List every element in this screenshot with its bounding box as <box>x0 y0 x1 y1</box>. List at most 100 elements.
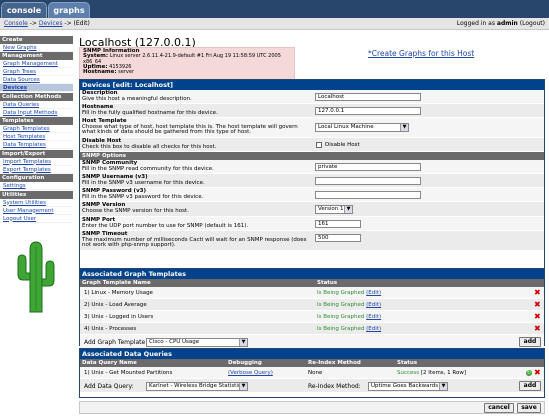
status-detail: [2 Items, 1 Row] <box>420 370 466 376</box>
host-template-select[interactable]: Local Linux Machine ▼ <box>315 123 409 132</box>
verbose-query-link[interactable]: (Verbose Query) <box>228 367 273 379</box>
graph-template-status: Is Being Graphed (Edit) <box>317 311 381 323</box>
edit-link[interactable]: (Edit) <box>366 302 381 308</box>
data-queries-header: Associated Data Queries <box>80 349 544 359</box>
chevron-down-icon: ▼ <box>400 124 408 131</box>
breadcrumb-bar: Console -> Devices -> (Edit) Logged in a… <box>0 18 549 30</box>
logout-link[interactable]: (Logout) <box>520 20 545 27</box>
edit-link[interactable]: (Edit) <box>366 314 381 320</box>
edit-link[interactable]: (Edit) <box>366 326 381 332</box>
graph-template-row: 4) Unix - Processes Is Being Graphed (Edi… <box>80 323 544 335</box>
hostname-input[interactable]: 127.0.0.1 <box>315 107 421 115</box>
add-graph-template-select[interactable]: Cisco - CPU Usage ▼ <box>146 338 248 347</box>
description-input[interactable]: Localhost <box>315 93 421 101</box>
login-status: Logged in as admin (Logout) <box>457 18 545 29</box>
sidebar-item-data-sources[interactable]: Data Sources <box>0 76 73 84</box>
graph-template-status: Is Being Graphed (Edit) <box>317 287 381 299</box>
add-data-query-label: Add Data Query: <box>84 383 134 390</box>
sidebar-item-import-templates[interactable]: Import Templates <box>0 158 73 166</box>
reindex-method-value: None <box>308 370 323 376</box>
snmp-version-row: SNMP Version Choose the SNMP version for … <box>80 202 544 217</box>
snmp-hostname-value: server <box>118 69 134 76</box>
delete-icon[interactable]: ✖ <box>534 289 541 297</box>
snmp-port-input[interactable]: 161 <box>315 220 361 228</box>
edit-link[interactable]: (Edit) <box>366 290 381 296</box>
snmp-version-hint: Choose the SNMP version for this host. <box>82 207 189 214</box>
snmp-port-hint: Enter the UDP port number to use for SNM… <box>82 222 249 229</box>
status-text: Is Being Graphed <box>317 290 365 296</box>
snmp-hostname-label: Hostname: <box>83 69 117 76</box>
status-text: Is Being Graphed <box>317 302 365 308</box>
sidebar-item-logout-user[interactable]: Logout User <box>0 215 73 223</box>
graph-template-status: Is Being Graphed (Edit) <box>317 323 381 335</box>
sidebar-item-new-graphs[interactable]: New Graphs <box>0 44 73 52</box>
snmp-version-field-label: SNMP Version Choose the SNMP version for … <box>82 202 312 214</box>
breadcrumb-devices[interactable]: Devices <box>39 20 63 27</box>
delete-icon[interactable]: ✖ <box>534 301 541 309</box>
login-user: admin <box>496 20 518 27</box>
sidebar-item-devices[interactable]: Devices <box>0 84 73 92</box>
graph-template-row: 2) Unix - Load Average Is Being Graphed (… <box>80 299 544 311</box>
sidebar-item-graph-trees[interactable]: Graph Trees <box>0 68 73 76</box>
sidebar-item-export-templates[interactable]: Export Templates <box>0 166 73 174</box>
delete-icon[interactable]: ✖ <box>534 369 541 377</box>
snmp-timeout-field-label: SNMP Timeout The maximum number of millis… <box>82 231 312 249</box>
reload-icon[interactable]: ↻ <box>526 370 532 376</box>
add-graph-template-button[interactable]: add <box>519 337 541 347</box>
save-button[interactable]: save <box>517 403 541 413</box>
sidebar-item-host-templates[interactable]: Host Templates <box>0 133 73 141</box>
breadcrumb-separator: -> <box>62 20 74 27</box>
add-data-query-value: Karlnet - Wireless Bridge Statistics <box>149 383 244 389</box>
disable-host-checkbox[interactable] <box>316 142 322 148</box>
graph-templates-panel: Associated Graph Templates Graph Templat… <box>79 268 545 349</box>
disable-host-hint: Check this box to disable all checks for… <box>82 143 217 150</box>
reindex-method-select[interactable]: Uptime Goes Backwards ▼ <box>368 382 448 391</box>
snmp-password-field-label: SNMP Password (v3) Fill in the SNMP v3 pa… <box>82 188 312 200</box>
sidebar-header-configuration: Configuration <box>0 174 73 182</box>
chevron-down-icon: ▼ <box>239 339 247 346</box>
snmp-community-input[interactable]: private <box>315 163 421 171</box>
reindex-method-label: Re-Index Method: <box>308 383 361 390</box>
sidebar-item-data-input-methods[interactable]: Data Input Methods <box>0 109 73 117</box>
disable-host-field-label: Disable Host Check this box to disable al… <box>82 138 312 150</box>
breadcrumb: Console -> Devices -> (Edit) <box>4 18 90 29</box>
col-data-query-name: Data Query Name <box>82 360 137 366</box>
sidebar-item-graph-management[interactable]: Graph Management <box>0 60 73 68</box>
cactus-logo-icon <box>17 241 55 313</box>
snmp-timeout-row: SNMP Timeout The maximum number of millis… <box>80 231 544 251</box>
sidebar-item-system-utilities[interactable]: System Utilities <box>0 199 73 207</box>
chevron-down-icon: ▼ <box>344 206 352 213</box>
snmp-version-select[interactable]: Version 1 ▼ <box>315 205 353 214</box>
delete-icon[interactable]: ✖ <box>534 325 541 333</box>
snmp-community-row: SNMP Community Fill in the SNMP read comm… <box>80 160 544 174</box>
sidebar-item-data-templates[interactable]: Data Templates <box>0 141 73 149</box>
tab-console[interactable]: console <box>1 2 47 18</box>
tab-graphs[interactable]: graphs <box>48 2 90 18</box>
sidebar-item-settings[interactable]: Settings <box>0 182 73 190</box>
sidebar: Create New Graphs Management Graph Manag… <box>0 35 73 223</box>
sidebar-item-data-queries[interactable]: Data Queries <box>0 101 73 109</box>
create-graphs-link[interactable]: *Create Graphs for this Host <box>368 49 474 58</box>
cancel-button[interactable]: cancel <box>484 403 514 413</box>
col-status: Status <box>317 280 338 286</box>
sidebar-item-graph-templates[interactable]: Graph Templates <box>0 125 73 133</box>
snmp-username-input[interactable] <box>315 177 421 185</box>
snmp-username-hint: Fill in the SNMP v3 username for this de… <box>82 179 205 186</box>
add-data-query-select[interactable]: Karlnet - Wireless Bridge Statistics ▼ <box>146 382 248 391</box>
sidebar-item-user-management[interactable]: User Management <box>0 207 73 215</box>
delete-icon[interactable]: ✖ <box>534 313 541 321</box>
devices-panel-title: Devices <box>82 81 111 89</box>
data-queries-panel: Associated Data Queries Data Query Name D… <box>79 348 545 398</box>
graph-templates-header: Associated Graph Templates <box>80 269 544 279</box>
snmp-timeout-input[interactable]: 500 <box>315 234 361 242</box>
form-footer: cancel save <box>79 401 545 414</box>
edit-host-link[interactable]: [edit: Localhost] <box>113 81 173 89</box>
snmp-password-input[interactable] <box>315 191 421 199</box>
breadcrumb-console[interactable]: Console <box>4 20 28 27</box>
snmp-port-row: SNMP Port Enter the UDP port number to us… <box>80 217 544 231</box>
data-query-row: 1) Unix - Get Mounted Partitions (Verbos… <box>80 367 544 379</box>
snmp-password-hint: Fill in the SNMP v3 password for this de… <box>82 193 204 200</box>
login-prefix: Logged in as <box>456 20 497 27</box>
devices-panel: Devices [edit: Localhost] Description Giv… <box>79 79 545 293</box>
add-data-query-button[interactable]: add <box>519 381 541 391</box>
